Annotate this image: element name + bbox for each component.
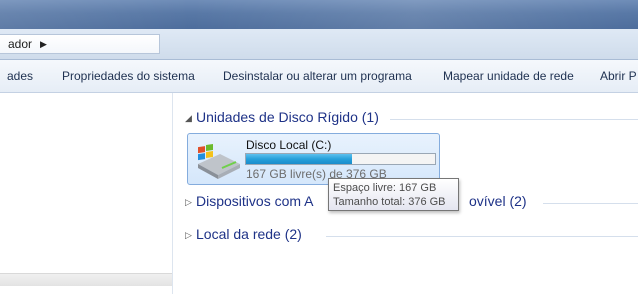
title-bar-glass [0,0,638,29]
group-label[interactable]: Dispositivos com A [196,193,313,209]
group-divider [326,236,638,237]
drive-usage-fill [246,154,352,164]
tooltip-total-size: Tamanho total: 376 GB [333,196,446,208]
content-pane: ◢ Unidades de Disco Rígido (1) Disco Loc… [173,93,638,294]
group-divider [390,119,638,120]
window-title-bar [0,0,638,29]
chevron-right-icon[interactable]: ▶ [40,39,47,50]
breadcrumb-item[interactable]: ador [8,37,32,51]
drive-name: Disco Local (C:) [246,138,332,152]
toolbar-item-open[interactable]: Abrir P [600,69,637,83]
toolbar-item-system-properties[interactable]: Propriedades do sistema [62,69,195,83]
group-label[interactable]: Local da rede (2) [196,226,302,242]
tooltip-free-space: Espaço livre: 167 GB [333,182,437,194]
group-label[interactable]: Unidades de Disco Rígido (1) [196,109,379,125]
toolbar-item-uninstall-program[interactable]: Desinstalar ou alterar um programa [223,69,412,83]
group-hard-disk-drives[interactable]: ◢ Unidades de Disco Rígido (1) [185,109,638,129]
horizontal-scrollbar[interactable] [0,273,172,286]
group-divider [543,203,638,204]
breadcrumb[interactable]: ador ▶ [0,34,160,54]
command-bar: ades Propriedades do sistema Desinstalar… [0,60,638,93]
toolbar-item-map-network-drive[interactable]: Mapear unidade de rede [443,69,574,83]
expand-triangle-icon[interactable]: ▷ [185,230,192,241]
toolbar-item-properties[interactable]: ades [7,69,33,83]
navigation-pane[interactable] [0,93,173,294]
collapse-triangle-icon[interactable]: ◢ [185,113,192,124]
group-label-tail[interactable]: ovível (2) [469,193,527,209]
address-bar: ador ▶ [0,29,638,60]
drive-tooltip: Espaço livre: 167 GB Tamanho total: 376 … [328,178,459,211]
drive-usage-bar [245,153,436,165]
expand-triangle-icon[interactable]: ▷ [185,197,192,208]
group-network-locations[interactable]: ▷ Local da rede (2) [185,226,638,246]
windows-drive-icon [198,144,240,179]
